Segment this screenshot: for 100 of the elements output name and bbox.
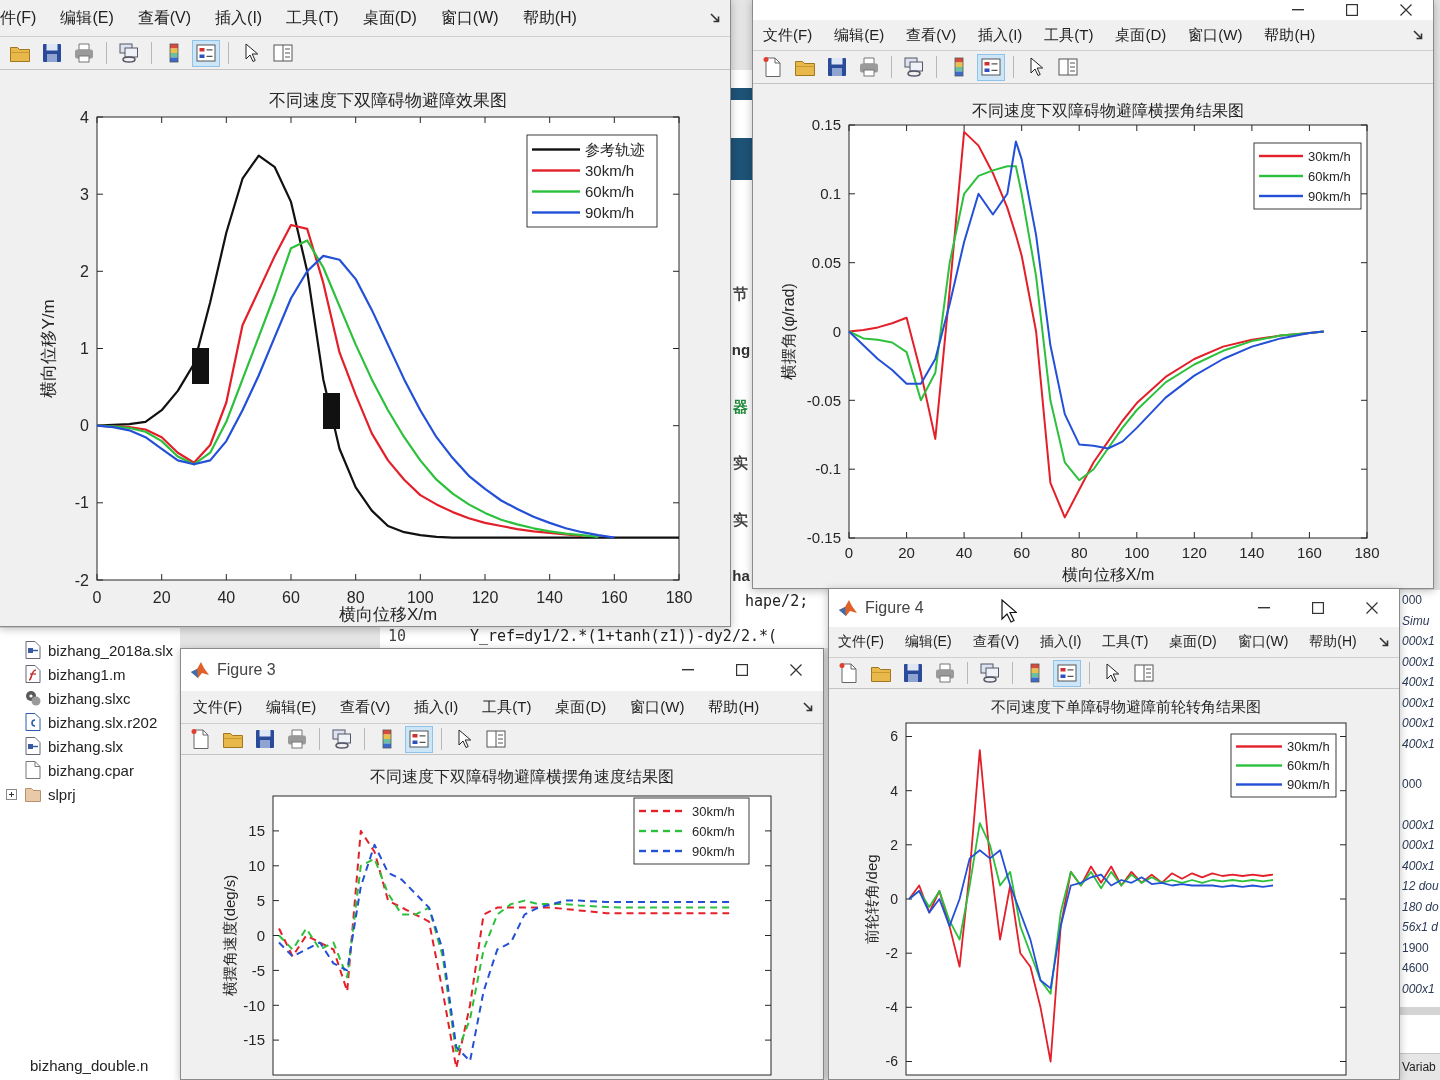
menu-item[interactable]: 桌面(D)	[362, 7, 417, 29]
legend-label: 30km/h	[1308, 148, 1351, 164]
menu-item[interactable]: 插入(I)	[978, 25, 1023, 45]
tick-label: 0	[890, 890, 898, 907]
tick-label: 0.05	[811, 253, 841, 271]
workspace-value: 000x1	[1402, 816, 1435, 834]
minimize-icon[interactable]	[682, 669, 694, 671]
menu-item[interactable]: 窗口(W)	[1188, 25, 1243, 45]
menu-item[interactable]: 桌面(D)	[1115, 25, 1167, 45]
tick-label: 60	[1013, 544, 1030, 561]
workspace-value: 000x1	[1402, 653, 1435, 671]
line-number: 10	[388, 627, 407, 645]
menu-item[interactable]: 文件(F)	[193, 697, 243, 717]
tick-label: 40	[217, 589, 236, 606]
file-name[interactable]: bizhang.slxc	[48, 689, 131, 707]
close-icon[interactable]	[1400, 4, 1412, 16]
legend-label: 90km/h	[585, 203, 635, 221]
close-icon[interactable]	[1366, 602, 1378, 614]
legend-label: 90km/h	[1308, 188, 1351, 204]
menu-item[interactable]: 帮助(H)	[522, 7, 577, 29]
axis-label: 横摆角速度(deg/s)	[220, 874, 238, 997]
legend-label: 30km/h	[1287, 739, 1330, 755]
minimize-icon[interactable]	[1258, 607, 1270, 609]
tick-label: 100	[407, 589, 434, 606]
menu-item[interactable]: 帮助(H)	[1309, 633, 1357, 651]
maximize-icon[interactable]	[1346, 4, 1358, 16]
menu-item[interactable]: 工具(T)	[1102, 633, 1149, 651]
minimize-icon[interactable]	[1292, 9, 1304, 11]
legend-label: 30km/h	[692, 803, 735, 819]
file-name[interactable]: bizhang.cpar	[48, 761, 134, 779]
dock-arrow-icon[interactable]	[710, 13, 720, 23]
chart-title: 不同速度下双障碍物避障横摆角速度结果图	[370, 768, 674, 785]
maximize-icon[interactable]	[736, 664, 748, 676]
highlight-bar	[730, 88, 752, 100]
tick-label: 2	[890, 836, 898, 853]
tick-label: 120	[471, 589, 499, 606]
menu-item[interactable]: 插入(I)	[1040, 633, 1082, 651]
file-name[interactable]: bizhang1.m	[48, 665, 126, 683]
file-name[interactable]: bizhang.slx	[48, 737, 124, 755]
menu-item[interactable]: 件(F)	[0, 7, 37, 29]
menu-item[interactable]: 帮助(H)	[1264, 25, 1316, 45]
file-name[interactable]: bizhang_2018a.slx	[48, 641, 174, 659]
tick-label: -0.15	[806, 529, 841, 547]
menu-item[interactable]: 文件(F)	[763, 25, 813, 45]
workspace-value: 000x1	[1402, 837, 1435, 854]
tick-label: 20	[152, 589, 171, 606]
tick-label: 180	[1354, 544, 1380, 561]
panel-divider-bar	[1400, 1007, 1440, 1015]
tick-label: 180	[665, 589, 693, 606]
menu-item[interactable]: 桌面(D)	[1169, 633, 1217, 651]
menu-item[interactable]: 窗口(W)	[1237, 633, 1289, 651]
menu-item[interactable]: 插入(I)	[414, 697, 459, 717]
code-fragment: 实	[733, 510, 749, 529]
maximize-icon[interactable]	[1312, 602, 1324, 614]
menu-item[interactable]: 窗口(W)	[440, 7, 499, 29]
menu-item[interactable]: 窗口(W)	[630, 697, 685, 717]
tick-label: 3	[80, 185, 89, 203]
menu-item[interactable]: 工具(T)	[286, 7, 339, 29]
axis-label: 横向位移Y/m	[38, 299, 58, 398]
menu-item[interactable]: 编辑(E)	[904, 633, 952, 651]
expand-icon[interactable]	[6, 788, 17, 800]
workspace-value: 4600	[1402, 960, 1429, 977]
menu-item[interactable]: 帮助(H)	[708, 697, 760, 717]
tick-label: 0	[80, 417, 89, 435]
menu-item[interactable]: 查看(V)	[972, 633, 1020, 651]
menu-item[interactable]: 工具(T)	[482, 697, 532, 717]
menu-item[interactable]: 查看(V)	[906, 25, 957, 45]
code-text: Y_ref=dy1/2.*(1+tanh(z1))-dy2/2.*(	[470, 627, 778, 645]
workspace-value: 000	[1402, 592, 1423, 609]
file-name[interactable]: bizhang.slx.r202	[48, 713, 158, 731]
menu-item[interactable]: 文件(F)	[838, 633, 884, 651]
workspace-value: 000x1	[1402, 980, 1435, 998]
folder-icon	[25, 785, 41, 803]
tick-label: 0	[832, 322, 841, 340]
axis-label: 前轮转角/deg	[862, 854, 880, 944]
file-name[interactable]: bizhang_double.n	[30, 1057, 149, 1074]
file-name[interactable]: slprj	[48, 785, 76, 803]
tick-label: 2	[80, 262, 89, 280]
dock-arrow-icon[interactable]	[803, 702, 813, 712]
tick-label: 0.15	[811, 116, 841, 134]
menu-item[interactable]: 插入(I)	[215, 7, 263, 29]
axis-label: 横向位移X/m	[1061, 566, 1155, 583]
legend-label: 90km/h	[692, 843, 735, 859]
tick-label: 0	[844, 544, 854, 561]
dock-arrow-icon[interactable]	[1379, 637, 1389, 647]
menu-item[interactable]: 编辑(E)	[60, 7, 114, 29]
chart-title: 不同速度下双障碍物避障效果图	[269, 91, 507, 110]
menu-item[interactable]: 工具(T)	[1044, 25, 1094, 45]
tick-label: 1	[80, 340, 89, 358]
column-header[interactable]: Variab	[1400, 1053, 1440, 1080]
tick-label: 120	[1181, 544, 1207, 561]
menu-item[interactable]: 查看(V)	[340, 697, 391, 717]
menu-item[interactable]: 查看(V)	[137, 7, 192, 29]
menu-item[interactable]: 编辑(E)	[834, 25, 885, 45]
tick-label: -1	[74, 494, 89, 512]
menu-item[interactable]: 编辑(E)	[266, 697, 317, 717]
close-icon[interactable]	[790, 664, 802, 676]
tick-label: 80	[346, 589, 365, 606]
dock-arrow-icon[interactable]	[1413, 30, 1423, 40]
menu-item[interactable]: 桌面(D)	[555, 697, 607, 717]
